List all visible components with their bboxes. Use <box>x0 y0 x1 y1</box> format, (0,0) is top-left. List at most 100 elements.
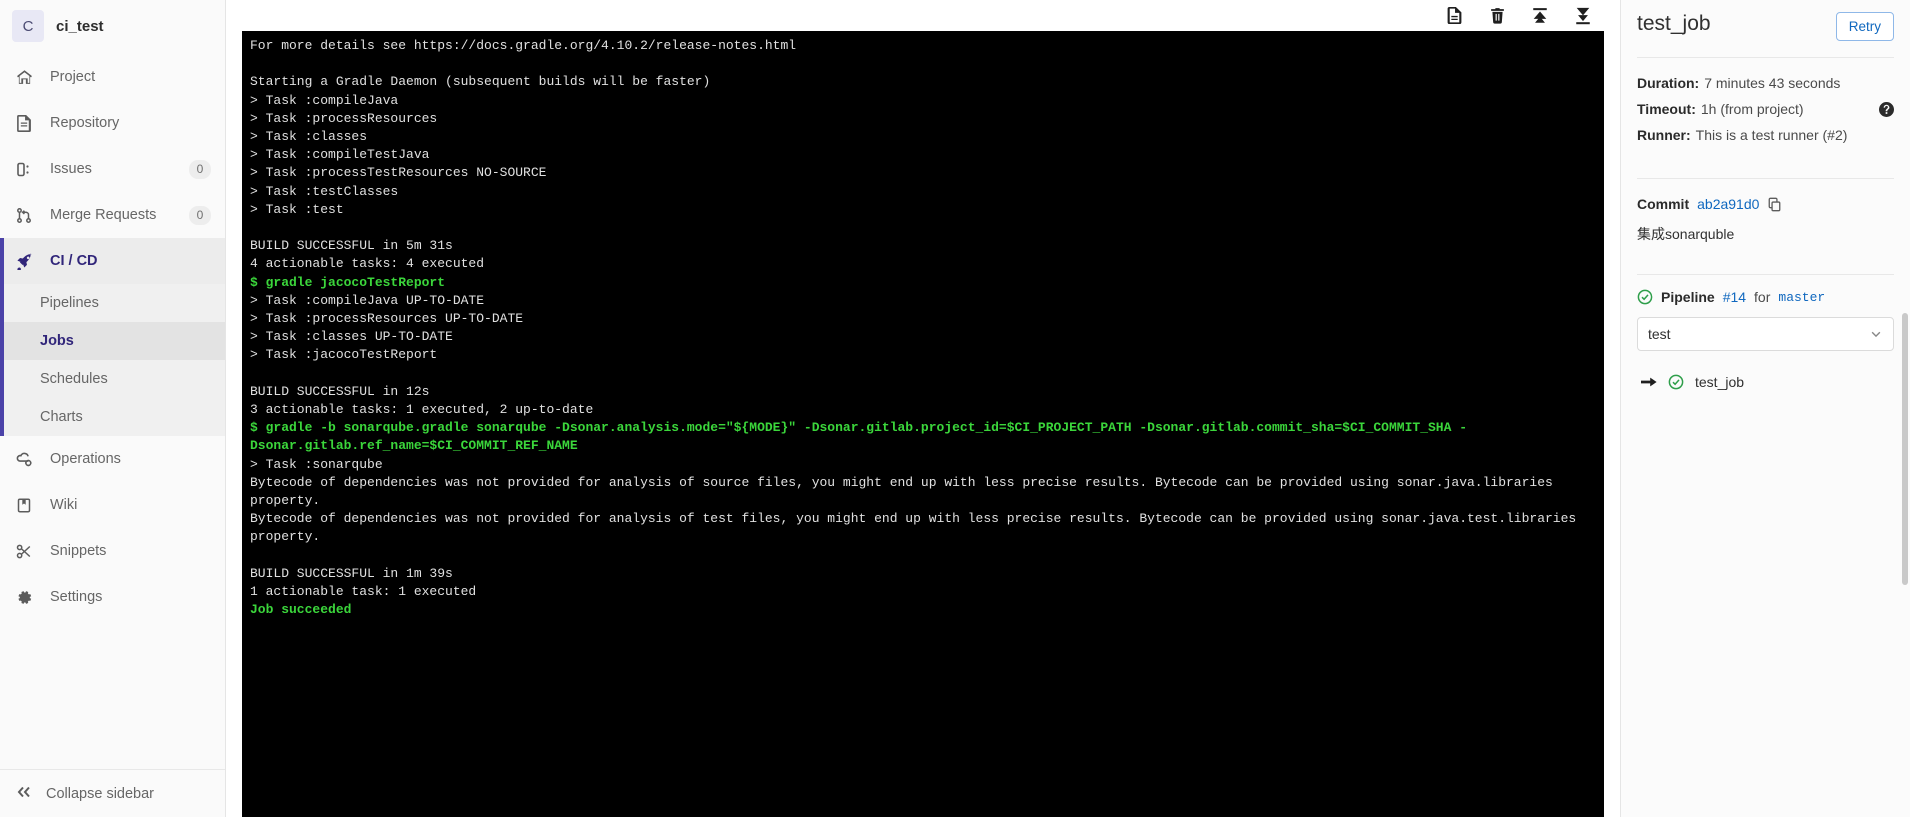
duration-value: 7 minutes 43 seconds <box>1704 75 1841 91</box>
job-log-panel[interactable]: For more details see https://docs.gradle… <box>242 31 1604 817</box>
job-status-success-icon <box>1668 374 1684 390</box>
log-line: Bytecode of dependencies was not provide… <box>250 474 1561 509</box>
timeout-label: Timeout: <box>1637 101 1696 117</box>
secondary-nav: Operations Wiki Snippets Settings <box>0 436 225 620</box>
sidebar-item-repository[interactable]: Repository <box>0 100 225 146</box>
stage-selected-value: test <box>1648 326 1671 342</box>
sidebar-item-label: Settings <box>50 589 103 605</box>
log-line: > Task :compileJava <box>250 92 399 108</box>
copy-icon[interactable] <box>1767 197 1782 212</box>
timeout-value: 1h (from project) <box>1700 101 1804 117</box>
log-line: BUILD SUCCESSFUL in 12s <box>250 383 430 399</box>
job-title: test_job <box>1637 12 1711 35</box>
scroll-top-icon[interactable] <box>1530 6 1550 26</box>
log-toolbar <box>226 0 1620 31</box>
scroll-bottom-icon[interactable] <box>1573 6 1593 26</box>
question-mark-icon[interactable] <box>1879 101 1894 117</box>
sidebar-item-label: Project <box>50 69 96 85</box>
merge-icon <box>16 206 36 224</box>
runner-value: This is a test runner (#2) <box>1695 127 1848 143</box>
wiki-icon <box>16 496 36 514</box>
sidebar-item-ci-cd[interactable]: CI / CD <box>0 238 225 284</box>
pipeline-status-success-icon <box>1637 289 1653 305</box>
pipeline-job-item[interactable]: test_job <box>1637 365 1894 399</box>
primary-nav: Project Repository Issues 0 Merge Reques… <box>0 54 225 284</box>
project-avatar: C <box>12 10 44 42</box>
job-header: test_job Retry <box>1637 0 1894 41</box>
sidebar-item-project[interactable]: Project <box>0 54 225 100</box>
job-sidebar: test_job Retry Duration: 7 minutes 43 se… <box>1620 0 1910 817</box>
log-line: Starting a Gradle Daemon (subsequent bui… <box>250 74 711 90</box>
pipeline-job-list: test_job <box>1637 365 1894 399</box>
sidebar-item-snippets[interactable]: Snippets <box>0 528 225 574</box>
log-line: For more details see https://docs.gradle… <box>250 38 797 53</box>
pipeline-for-text: for <box>1754 289 1771 305</box>
project-header[interactable]: C ci_test <box>0 0 225 54</box>
sidebar-item-label: Wiki <box>50 497 78 513</box>
subnav-item-charts[interactable]: Charts <box>0 398 225 436</box>
merge-requests-count-badge: 0 <box>189 205 211 225</box>
log-line: > Task :compileJava UP-TO-DATE <box>250 292 485 308</box>
retry-button[interactable]: Retry <box>1835 12 1894 41</box>
log-line: BUILD SUCCESSFUL in 1m 39s <box>250 565 453 581</box>
erase-log-icon[interactable] <box>1487 6 1507 26</box>
log-line: 3 actionable tasks: 1 executed, 2 up-to-… <box>250 402 594 418</box>
log-line: > Task :sonarqube <box>250 456 383 472</box>
collapse-sidebar-button[interactable]: Collapse sidebar <box>0 769 225 817</box>
pipeline-label: Pipeline <box>1661 289 1715 305</box>
log-line: Job succeeded <box>250 602 352 618</box>
issues-count-badge: 0 <box>189 159 211 179</box>
log-line: $ gradle jacocoTestReport <box>250 274 446 290</box>
pipeline-number-link[interactable]: #14 <box>1723 289 1746 305</box>
sidebar-item-settings[interactable]: Settings <box>0 574 225 620</box>
chevron-down-icon <box>1869 327 1883 341</box>
log-line: $ gradle -b sonarqube.gradle sonarqube -… <box>250 420 1467 454</box>
commit-row: Commit ab2a91d0 <box>1637 191 1894 217</box>
sidebar-item-merge-requests[interactable]: Merge Requests 0 <box>0 192 225 238</box>
snippets-icon <box>16 542 36 560</box>
subnav-item-pipelines[interactable]: Pipelines <box>0 284 225 322</box>
issues-icon <box>16 160 36 178</box>
home-icon <box>16 68 36 86</box>
left-sidebar: C ci_test Project Repository Issues 0 Me… <box>0 0 226 817</box>
job-log-main: For more details see https://docs.gradle… <box>226 0 1620 817</box>
log-line: > Task :classes UP-TO-DATE <box>250 329 453 345</box>
sidebar-item-operations[interactable]: Operations <box>0 436 225 482</box>
runner-label: Runner: <box>1637 127 1691 143</box>
arrow-right-icon <box>1641 376 1657 388</box>
commit-sha-link[interactable]: ab2a91d0 <box>1697 191 1759 217</box>
sidebar-item-issues[interactable]: Issues 0 <box>0 146 225 192</box>
subnav-item-schedules[interactable]: Schedules <box>0 360 225 398</box>
log-line: > Task :classes <box>250 129 368 144</box>
duration-label: Duration: <box>1637 75 1700 91</box>
right-panel-scrollbar[interactable] <box>1902 313 1908 585</box>
log-line: 4 actionable tasks: 4 executed <box>250 256 485 272</box>
log-line: > Task :processResources <box>250 110 438 126</box>
job-runner-row: Runner: This is a test runner (#2) <box>1637 122 1894 148</box>
log-line: 1 actionable task: 1 executed <box>250 584 477 600</box>
subnav-item-jobs[interactable]: Jobs <box>0 322 225 360</box>
pipeline-row: Pipeline #14 for master <box>1637 289 1894 305</box>
log-line: > Task :test <box>250 201 344 217</box>
sidebar-item-label: CI / CD <box>50 253 98 269</box>
sidebar-item-wiki[interactable]: Wiki <box>0 482 225 528</box>
job-timeout-row: Timeout: 1h (from project) <box>1637 96 1894 122</box>
sidebar-item-label: Merge Requests <box>50 207 157 223</box>
rocket-icon <box>16 252 36 270</box>
collapse-sidebar-label: Collapse sidebar <box>46 785 155 802</box>
ci-cd-subnav: Pipelines Jobs Schedules Charts <box>0 284 225 436</box>
stage-dropdown[interactable]: test <box>1637 317 1894 351</box>
log-line: > Task :compileTestJava <box>250 147 430 163</box>
commit-label: Commit <box>1637 196 1690 212</box>
job-meta: Duration: 7 minutes 43 seconds Timeout: … <box>1637 58 1894 162</box>
commit-section: Commit ab2a91d0 集成sonarquble <box>1637 179 1894 258</box>
pipeline-ref-link[interactable]: master <box>1778 290 1825 305</box>
raw-log-icon[interactable] <box>1444 6 1464 26</box>
log-line: > Task :processTestResources NO-SOURCE <box>250 165 547 181</box>
sidebar-item-label: Operations <box>50 451 121 467</box>
job-log-output: For more details see https://docs.gradle… <box>242 31 1604 629</box>
pipeline-job-name: test_job <box>1695 374 1745 390</box>
